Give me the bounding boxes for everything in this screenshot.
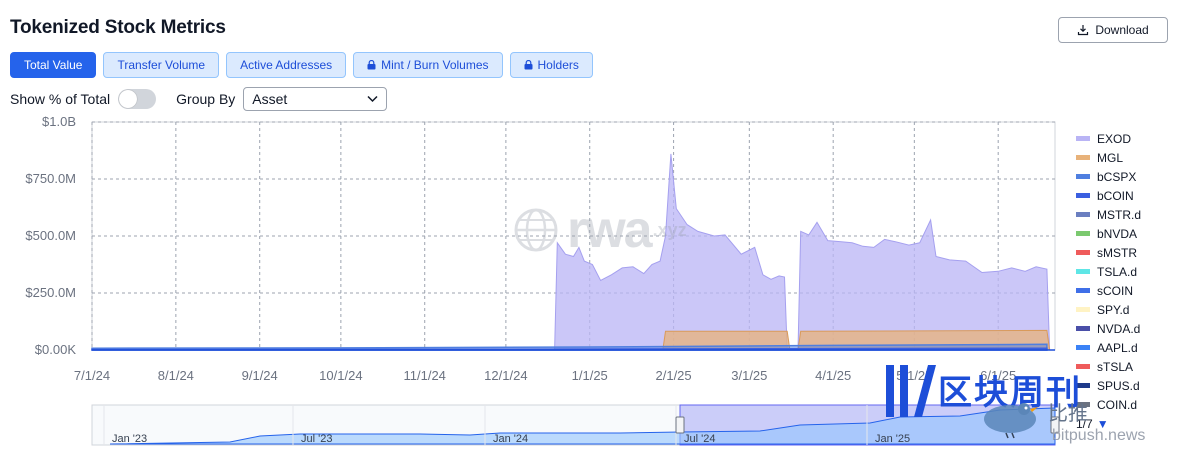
y-tick-label: $750.0M (25, 171, 76, 186)
tab-label: Mint / Burn Volumes (381, 58, 489, 72)
bird-icon (984, 403, 1038, 439)
legend-item[interactable]: MGL (1076, 148, 1141, 167)
tab-label: Total Value (24, 58, 83, 72)
legend-label: bNVDA (1097, 226, 1138, 241)
group-by-value: Asset (252, 91, 288, 107)
legend-label: MGL (1097, 150, 1124, 165)
page-title: Tokenized Stock Metrics (10, 17, 226, 38)
legend-item[interactable]: bCOIN (1076, 186, 1141, 205)
navigator-tick-label: Jan '23 (112, 433, 147, 445)
tab-active-addresses[interactable]: Active Addresses (226, 52, 347, 78)
tab-transfer-volume[interactable]: Transfer Volume (103, 52, 220, 78)
legend-label: bCOIN (1097, 188, 1134, 203)
legend-swatch (1076, 269, 1090, 274)
y-tick-label: $0.00K (35, 342, 77, 357)
brand-url: bitpush.news (1052, 427, 1146, 444)
x-tick-label: 2/1/25 (656, 368, 692, 383)
range-handle[interactable] (675, 416, 685, 434)
lock-icon (524, 60, 533, 70)
legend-swatch (1076, 326, 1090, 331)
group-by-label: Group By (176, 91, 236, 107)
x-tick-label: 11/1/24 (404, 368, 446, 383)
download-icon (1078, 25, 1089, 36)
lock-icon (367, 60, 376, 70)
legend-label: bCSPX (1097, 169, 1137, 184)
legend-swatch (1076, 250, 1090, 255)
legend-item[interactable]: bCSPX (1076, 167, 1141, 186)
show-pct-toggle[interactable] (118, 89, 157, 109)
legend-item[interactable]: SPY.d (1076, 300, 1141, 319)
controls-row: Show % of Total Group By Asset (10, 87, 388, 111)
legend-item[interactable]: EXOD (1076, 129, 1141, 148)
legend-label: sMSTR (1097, 245, 1137, 260)
legend-swatch (1076, 288, 1090, 293)
watermark-logo-suffix: .xyz (652, 219, 687, 240)
x-tick-label: 10/1/24 (319, 368, 362, 383)
brand-mark-icon (886, 365, 936, 417)
legend-label: MSTR.d (1097, 207, 1142, 222)
legend-label: EXOD (1097, 131, 1132, 146)
legend-item[interactable]: sCOIN (1076, 281, 1141, 300)
legend-label: SPY.d (1097, 302, 1130, 317)
legend-swatch (1076, 231, 1090, 236)
legend-item[interactable]: sMSTR (1076, 243, 1141, 262)
tab-label: Active Addresses (240, 58, 333, 72)
legend-swatch (1076, 212, 1090, 217)
y-tick-label: $250.0M (25, 285, 76, 300)
tab-label: Holders (537, 58, 579, 72)
legend-item[interactable]: MSTR.d (1076, 205, 1141, 224)
legend-item[interactable]: bNVDA (1076, 224, 1141, 243)
watermark-logo-text: rwa (567, 201, 653, 259)
group-by-select[interactable]: Asset (243, 87, 388, 111)
y-tick-label: $1.0B (42, 114, 76, 129)
legend-label: sCOIN (1097, 283, 1133, 298)
globe-icon (514, 208, 558, 252)
show-pct-label: Show % of Total (10, 91, 111, 107)
legend-label: AAPL.d (1097, 340, 1138, 355)
bitpush-watermark: 区块周刊 比推 bitpush.news (880, 357, 1170, 457)
legend-swatch (1076, 155, 1090, 160)
x-tick-label: 4/1/25 (815, 368, 851, 383)
download-label: Download (1095, 23, 1149, 37)
metric-tabs: Total Value Transfer Volume Active Address… (10, 52, 593, 78)
toggle-knob (119, 90, 138, 108)
legend-swatch (1076, 193, 1090, 198)
legend-swatch (1076, 136, 1090, 141)
legend-swatch (1076, 307, 1090, 312)
download-button[interactable]: Download (1058, 17, 1168, 43)
tab-holders[interactable]: Holders (509, 52, 593, 78)
x-tick-label: 1/1/25 (572, 368, 608, 383)
legend-item[interactable]: AAPL.d (1076, 338, 1141, 357)
tab-mint-burn-volumes[interactable]: Mint / Burn Volumes (353, 52, 503, 78)
legend-swatch (1076, 345, 1090, 350)
navigator-tick-label: Jul '24 (684, 433, 715, 445)
legend-label: TSLA.d (1097, 264, 1138, 279)
navigator-tick-label: Jul '23 (301, 433, 332, 445)
legend-swatch (1076, 174, 1090, 179)
rwa-watermark: rwa .xyz (513, 200, 687, 260)
y-tick-label: $500.0M (25, 228, 76, 243)
legend-item[interactable]: NVDA.d (1076, 319, 1141, 338)
x-tick-label: 3/1/25 (731, 368, 767, 383)
chevron-down-icon (367, 95, 378, 103)
navigator-tick-label: Jan '24 (493, 433, 528, 445)
brand-cn-sub: 比推 (1048, 401, 1088, 425)
legend-label: NVDA.d (1097, 321, 1141, 336)
x-tick-label: 12/1/24 (484, 368, 527, 383)
tab-label: Transfer Volume (117, 58, 206, 72)
x-tick-label: 7/1/24 (74, 368, 110, 383)
tab-total-value[interactable]: Total Value (10, 52, 97, 78)
legend-item[interactable]: TSLA.d (1076, 262, 1141, 281)
x-tick-label: 9/1/24 (242, 368, 278, 383)
x-tick-label: 8/1/24 (158, 368, 194, 383)
